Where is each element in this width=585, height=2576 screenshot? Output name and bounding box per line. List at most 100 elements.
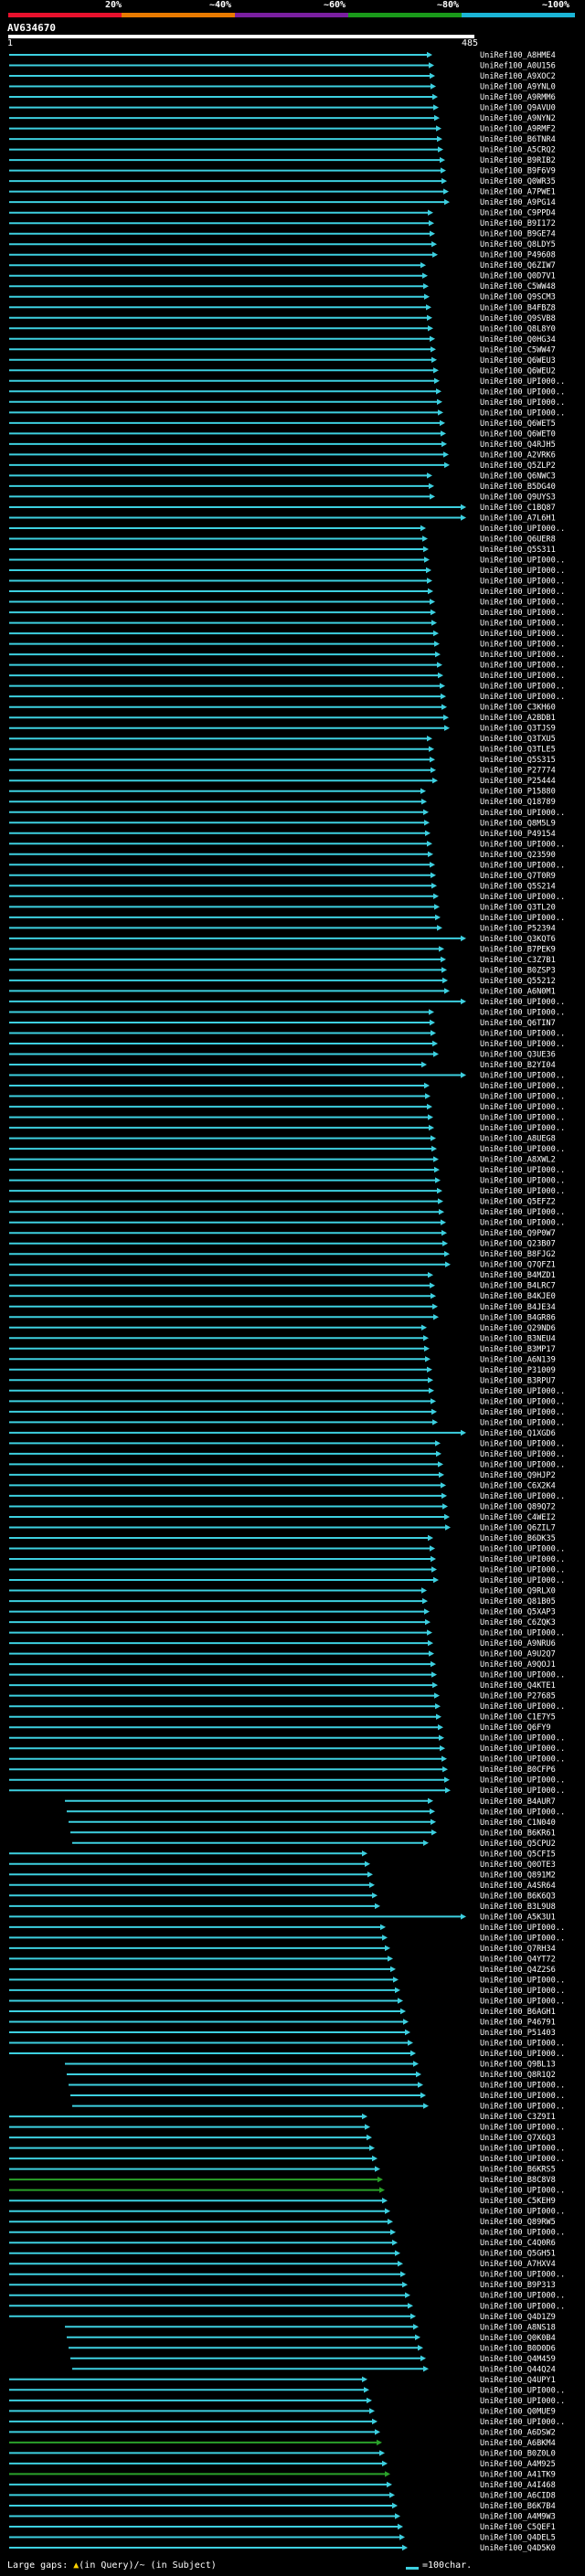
hit-label[interactable]: UniRef100_UPI000..: [480, 2302, 565, 2311]
hit-label[interactable]: UniRef100_A8NS18: [480, 2323, 556, 2332]
hit-label[interactable]: UniRef100_UPI000..: [480, 408, 565, 418]
hit-label[interactable]: UniRef100_Q4D1Z9: [480, 2313, 556, 2322]
hit-label[interactable]: UniRef100_Q5XAP3: [480, 1608, 556, 1617]
hit-label[interactable]: UniRef100_C1E7Y5: [480, 1713, 556, 1723]
hit-label[interactable]: UniRef100_C1N040: [480, 1818, 556, 1828]
hit-label[interactable]: UniRef100_B5DG40: [480, 482, 556, 492]
hit-label[interactable]: UniRef100_B7PEK9: [480, 945, 556, 954]
hit-label[interactable]: UniRef100_UPI000..: [480, 2187, 565, 2196]
hit-label[interactable]: UniRef100_UPI000..: [480, 1807, 565, 1817]
hit-label[interactable]: UniRef100_Q29ND6: [480, 1324, 556, 1333]
hit-label[interactable]: UniRef100_UPI000..: [480, 2124, 565, 2133]
hit-label[interactable]: UniRef100_UPI000..: [480, 1408, 565, 1417]
hit-label[interactable]: UniRef100_Q5GH51: [480, 2250, 556, 2259]
hit-label[interactable]: UniRef100_UPI000..: [480, 2418, 565, 2427]
hit-label[interactable]: UniRef100_UPI000..: [480, 1387, 565, 1396]
hit-label[interactable]: UniRef100_UPI000..: [480, 525, 565, 534]
hit-label[interactable]: UniRef100_B6AGH1: [480, 2008, 556, 2017]
hit-label[interactable]: UniRef100_A9RMM6: [480, 93, 556, 102]
hit-label[interactable]: UniRef100_B0ZSP3: [480, 966, 556, 975]
hit-label[interactable]: UniRef100_B0CFP6: [480, 1765, 556, 1775]
hit-label[interactable]: UniRef100_A8UEG8: [480, 1135, 556, 1144]
hit-label[interactable]: UniRef100_UPI000..: [480, 1934, 565, 1943]
hit-label[interactable]: UniRef100_UPI000..: [480, 2082, 565, 2091]
hit-label[interactable]: UniRef100_Q6FY9: [480, 1723, 551, 1733]
hit-label[interactable]: UniRef100_Q6UER8: [480, 535, 556, 545]
hit-label[interactable]: UniRef100_Q6ZIW7: [480, 261, 556, 270]
hit-label[interactable]: UniRef100_UPI000..: [480, 1072, 565, 1081]
hit-label[interactable]: UniRef100_UPI000..: [480, 1776, 565, 1786]
hit-label[interactable]: UniRef100_B4KJE0: [480, 1292, 556, 1301]
hit-label[interactable]: UniRef100_UPI000..: [480, 1418, 565, 1427]
hit-label[interactable]: UniRef100_UPI000..: [480, 1082, 565, 1091]
hit-label[interactable]: UniRef100_A4M9W3: [480, 2513, 556, 2522]
hit-label[interactable]: UniRef100_B4FBZ8: [480, 303, 556, 313]
hit-label[interactable]: UniRef100_B9P313: [480, 2281, 556, 2290]
hit-label[interactable]: UniRef100_C6ZQK3: [480, 1618, 556, 1627]
hit-label[interactable]: UniRef100_P46791: [480, 2019, 556, 2028]
hit-label[interactable]: UniRef100_Q6TIN7: [480, 1019, 556, 1028]
hit-label[interactable]: UniRef100_Q9UYS3: [480, 493, 556, 502]
hit-label[interactable]: UniRef100_A6CID8: [480, 2491, 556, 2500]
hit-label[interactable]: UniRef100_A0U156: [480, 62, 556, 71]
hit-label[interactable]: UniRef100_UPI000..: [480, 2292, 565, 2301]
hit-label[interactable]: UniRef100_B3RPU7: [480, 1376, 556, 1385]
hit-label[interactable]: UniRef100_UPI000..: [480, 398, 565, 408]
hit-label[interactable]: UniRef100_Q81B05: [480, 1597, 556, 1606]
hit-label[interactable]: UniRef100_UPI000..: [480, 1187, 565, 1196]
hit-label[interactable]: UniRef100_A6BKM4: [480, 2439, 556, 2448]
hit-label[interactable]: UniRef100_A4M925: [480, 2460, 556, 2469]
hit-label[interactable]: UniRef100_C5WW48: [480, 282, 556, 292]
hit-label[interactable]: UniRef100_UPI000..: [480, 387, 565, 397]
hit-label[interactable]: UniRef100_Q4YT72: [480, 1955, 556, 1964]
hit-label[interactable]: UniRef100_P27774: [480, 767, 556, 776]
hit-label[interactable]: UniRef100_C5KEH9: [480, 2197, 556, 2206]
hit-label[interactable]: UniRef100_P15880: [480, 788, 556, 797]
hit-label[interactable]: UniRef100_Q5CPU2: [480, 1839, 556, 1849]
hit-label[interactable]: UniRef100_A6N139: [480, 1355, 556, 1364]
hit-label[interactable]: UniRef100_P51403: [480, 2029, 556, 2038]
hit-label[interactable]: UniRef100_UPI000..: [480, 1093, 565, 1102]
hit-label[interactable]: UniRef100_UPI000..: [480, 672, 565, 681]
hit-label[interactable]: UniRef100_UPI000..: [480, 2050, 565, 2059]
hit-label[interactable]: UniRef100_Q9P0W7: [480, 1229, 556, 1238]
hit-label[interactable]: UniRef100_A7HXV4: [480, 2260, 556, 2269]
hit-label[interactable]: UniRef100_B8FJG2: [480, 1250, 556, 1259]
hit-label[interactable]: UniRef100_UPI000..: [480, 1124, 565, 1133]
hit-label[interactable]: UniRef100_P49608: [480, 251, 556, 260]
hit-label[interactable]: UniRef100_Q4Z2S6: [480, 1966, 556, 1975]
hit-label[interactable]: UniRef100_A4SR64: [480, 1882, 556, 1891]
hit-label[interactable]: UniRef100_A9NRU6: [480, 1639, 556, 1648]
hit-label[interactable]: UniRef100_B4JE34: [480, 1303, 556, 1312]
hit-label[interactable]: UniRef100_Q5S315: [480, 756, 556, 765]
hit-label[interactable]: UniRef100_B6KR61: [480, 1829, 556, 1838]
hit-label[interactable]: UniRef100_A9U2Q7: [480, 1650, 556, 1659]
hit-label[interactable]: UniRef100_Q5S311: [480, 546, 556, 555]
hit-label[interactable]: UniRef100_Q6WEU2: [480, 366, 556, 376]
hit-label[interactable]: UniRef100_A6N0M1: [480, 987, 556, 996]
hit-label[interactable]: UniRef100_UPI000..: [480, 2092, 565, 2101]
hit-label[interactable]: UniRef100_UPI000..: [480, 567, 565, 576]
hit-label[interactable]: UniRef100_UPI000..: [480, 1555, 565, 1564]
hit-label[interactable]: UniRef100_B6DK35: [480, 1534, 556, 1543]
hit-label[interactable]: UniRef100_UPI000..: [480, 620, 565, 629]
hit-label[interactable]: UniRef100_UPI000..: [480, 557, 565, 566]
hit-label[interactable]: UniRef100_Q6WET5: [480, 419, 556, 429]
hit-label[interactable]: UniRef100_Q5CFI5: [480, 1850, 556, 1859]
hit-label[interactable]: UniRef100_Q9RLX0: [480, 1587, 556, 1596]
hit-label[interactable]: UniRef100_UPI000..: [480, 1040, 565, 1049]
hit-label[interactable]: UniRef100_P27685: [480, 1692, 556, 1701]
hit-label[interactable]: UniRef100_UPI000..: [480, 1998, 565, 2007]
hit-label[interactable]: UniRef100_Q3TJS9: [480, 725, 556, 734]
hit-label[interactable]: UniRef100_B6K7B4: [480, 2502, 556, 2511]
hit-label[interactable]: UniRef100_A5K3U1: [480, 1913, 556, 1922]
hit-label[interactable]: UniRef100_UPI000..: [480, 1450, 565, 1459]
hit-label[interactable]: UniRef100_UPI000..: [480, 809, 565, 818]
hit-label[interactable]: UniRef100_Q5EFZ2: [480, 1198, 556, 1207]
hit-label[interactable]: UniRef100_UPI000..: [480, 1166, 565, 1175]
hit-label[interactable]: UniRef100_A7L6H1: [480, 514, 556, 524]
hit-label[interactable]: UniRef100_A6DSW2: [480, 2428, 556, 2437]
hit-label[interactable]: UniRef100_UPI000..: [480, 1924, 565, 1933]
hit-label[interactable]: UniRef100_P25444: [480, 777, 556, 786]
hit-label[interactable]: UniRef100_UPI000..: [480, 662, 565, 671]
